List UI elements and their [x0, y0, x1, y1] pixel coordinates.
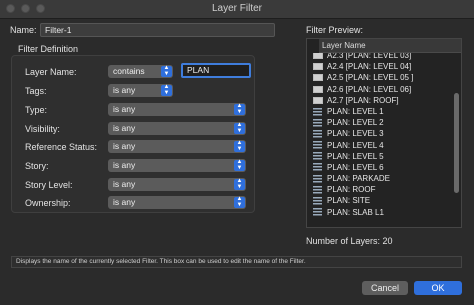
list-item-label: A2.3 [PLAN: LEVEL 03] — [327, 53, 412, 60]
filter-preview-label: Filter Preview: — [306, 25, 364, 35]
list-item[interactable]: PLAN: SLAB L1 — [307, 207, 451, 218]
design-layer-icon — [313, 208, 322, 217]
list-item-label: A2.5 [PLAN: LEVEL 05 ] — [327, 73, 414, 83]
reference-status-select[interactable]: is any ▲ ▼ — [108, 140, 246, 153]
list-item[interactable]: A2.3 [PLAN: LEVEL 03] — [307, 53, 451, 61]
tags-select[interactable]: is any ▲ ▼ — [108, 84, 173, 97]
list-item-label: A2.7 [PLAN: ROOF] — [327, 95, 399, 105]
list-item-label: PLAN: PARKADE — [327, 174, 390, 184]
name-label: Name: — [10, 25, 37, 35]
layer-name-text-input[interactable]: PLAN — [181, 63, 251, 78]
design-layer-icon — [313, 129, 322, 138]
window-title: Layer Filter — [211, 3, 262, 14]
list-item-label: PLAN: ROOF — [327, 185, 376, 195]
design-layer-icon — [313, 107, 322, 116]
type-label: Type: — [25, 105, 48, 115]
cancel-button[interactable]: Cancel — [362, 281, 408, 295]
updown-arrows-icon: ▲ ▼ — [234, 103, 245, 115]
list-item[interactable]: A2.4 [PLAN: LEVEL 04] — [307, 61, 451, 72]
design-layer-icon — [313, 141, 322, 150]
list-item[interactable]: A2.7 [PLAN: ROOF] — [307, 95, 451, 106]
type-select[interactable]: is any ▲ ▼ — [108, 103, 246, 116]
sheet-layer-icon — [313, 96, 323, 104]
list-item-label: PLAN: LEVEL 3 — [327, 129, 384, 139]
sheet-layer-icon — [313, 53, 323, 60]
updown-arrows-icon: ▲ ▼ — [161, 65, 172, 77]
design-layer-icon — [313, 174, 322, 183]
updown-arrows-icon: ▲ ▼ — [234, 140, 245, 152]
list-item-label: PLAN: LEVEL 6 — [327, 162, 384, 172]
list-item[interactable]: A2.5 [PLAN: LEVEL 05 ] — [307, 72, 451, 83]
layer-name-operator-value: contains — [113, 66, 145, 76]
updown-arrows-icon: ▲ ▼ — [234, 178, 245, 190]
tags-label: Tags: — [25, 86, 47, 96]
list-item-label: PLAN: SLAB L1 — [327, 207, 384, 217]
list-item[interactable]: PLAN: LEVEL 2 — [307, 117, 451, 128]
list-item[interactable]: PLAN: ROOF — [307, 184, 451, 195]
list-item-label: PLAN: LEVEL 2 — [327, 118, 384, 128]
design-layer-icon — [313, 163, 322, 172]
updown-arrows-icon: ▲ ▼ — [234, 196, 245, 208]
filter-preview-list[interactable]: Layer Name A2.3 [PLAN: LEVEL 03] A2.4 [P… — [306, 38, 462, 228]
story-select-value: is any — [113, 160, 136, 170]
list-item[interactable]: PLAN: LEVEL 1 — [307, 106, 451, 117]
sheet-layer-icon — [313, 63, 323, 71]
list-item-label: PLAN: SITE — [327, 196, 371, 206]
scrollbar-thumb[interactable] — [454, 93, 459, 193]
story-level-select-value: is any — [113, 179, 136, 189]
updown-arrows-icon: ▲ ▼ — [234, 122, 245, 134]
type-select-value: is any — [113, 104, 136, 114]
story-level-label: Story Level: — [25, 180, 73, 190]
visibility-select-value: is any — [113, 123, 136, 133]
list-item[interactable]: PLAN: SITE — [307, 195, 451, 206]
preview-scrollbar[interactable] — [453, 53, 460, 226]
ownership-select[interactable]: is any ▲ ▼ — [108, 196, 246, 209]
story-select[interactable]: is any ▲ ▼ — [108, 159, 246, 172]
list-item[interactable]: PLAN: LEVEL 6 — [307, 162, 451, 173]
visibility-label: Visibility: — [25, 124, 60, 134]
story-level-select[interactable]: is any ▲ ▼ — [108, 178, 246, 191]
layer-name-column-header[interactable]: Layer Name — [319, 39, 461, 53]
list-item-label: A2.4 [PLAN: LEVEL 04] — [327, 62, 412, 72]
filter-name-input[interactable]: Filter-1 — [40, 23, 275, 37]
reference-status-select-value: is any — [113, 141, 136, 151]
layer-count: Number of Layers: 20 — [306, 236, 393, 246]
list-item[interactable]: A2.6 [PLAN: LEVEL 06] — [307, 84, 451, 95]
story-label: Story: — [25, 161, 49, 171]
title-bar: Layer Filter — [0, 0, 474, 19]
layer-name-label: Layer Name: — [25, 67, 77, 77]
help-text-bar: Displays the name of the currently selec… — [11, 256, 462, 268]
visibility-select[interactable]: is any ▲ ▼ — [108, 122, 246, 135]
list-item[interactable]: PLAN: LEVEL 4 — [307, 140, 451, 151]
list-item-label: PLAN: LEVEL 5 — [327, 151, 384, 161]
design-layer-icon — [313, 118, 322, 127]
design-layer-icon — [313, 185, 322, 194]
list-item[interactable]: PLAN: LEVEL 5 — [307, 151, 451, 162]
reference-status-label: Reference Status: — [25, 142, 98, 152]
updown-arrows-icon: ▲ ▼ — [234, 159, 245, 171]
list-item[interactable]: PLAN: LEVEL 3 — [307, 128, 451, 139]
ownership-select-value: is any — [113, 197, 136, 207]
design-layer-icon — [313, 152, 322, 161]
list-item-label: A2.6 [PLAN: LEVEL 06] — [327, 84, 412, 94]
sheet-layer-icon — [313, 85, 323, 93]
filter-definition-label: Filter Definition — [18, 44, 79, 54]
sheet-layer-icon — [313, 74, 323, 82]
list-item-label: PLAN: LEVEL 4 — [327, 140, 384, 150]
ownership-label: Ownership: — [25, 198, 71, 208]
ok-button[interactable]: OK — [414, 281, 462, 295]
layer-name-operator-select[interactable]: contains ▲ ▼ — [108, 65, 173, 78]
updown-arrows-icon: ▲ ▼ — [161, 84, 172, 96]
filter-preview-items: A2.3 [PLAN: LEVEL 03] A2.4 [PLAN: LEVEL … — [307, 53, 451, 227]
tags-select-value: is any — [113, 85, 136, 95]
list-item-label: PLAN: LEVEL 1 — [327, 106, 384, 116]
list-item[interactable]: PLAN: PARKADE — [307, 173, 451, 184]
design-layer-icon — [313, 197, 322, 206]
